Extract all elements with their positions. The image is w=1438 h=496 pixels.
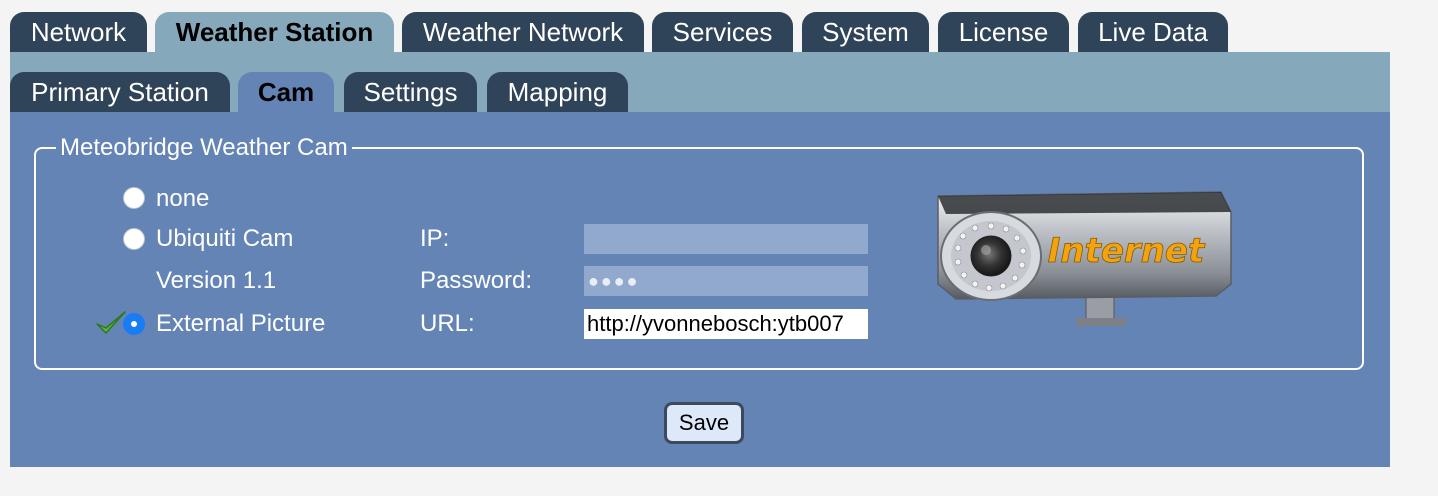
tab-system[interactable]: System bbox=[802, 12, 929, 52]
radio-none[interactable] bbox=[123, 187, 145, 209]
ip-input[interactable] bbox=[584, 224, 868, 254]
ubiquiti-version-label: Version 1.1 bbox=[156, 267, 277, 294]
password-label: Password: bbox=[420, 267, 533, 294]
tab-weather-station[interactable]: Weather Station bbox=[155, 12, 394, 52]
subtab-mapping[interactable]: Mapping bbox=[487, 72, 628, 112]
tab-live-data[interactable]: Live Data bbox=[1078, 12, 1228, 52]
radio-ubiquiti-cam[interactable] bbox=[123, 228, 145, 250]
option-none-label: none bbox=[156, 185, 210, 212]
tab-weather-network[interactable]: Weather Network bbox=[402, 12, 644, 52]
internet-camera-icon: Internet bbox=[937, 191, 1232, 326]
subtab-settings[interactable]: Settings bbox=[344, 72, 477, 112]
password-input[interactable] bbox=[584, 266, 868, 296]
sub-tab-bar: Primary Station Cam Settings Mapping bbox=[10, 52, 1390, 112]
cam-settings-panel: Meteobridge Weather Cam none Ubiquiti Ca… bbox=[10, 112, 1390, 467]
tab-services[interactable]: Services bbox=[652, 12, 793, 52]
subtab-primary-station[interactable]: Primary Station bbox=[10, 72, 230, 112]
fieldset-legend: Meteobridge Weather Cam bbox=[56, 132, 352, 164]
url-input[interactable] bbox=[584, 309, 868, 339]
radio-external-picture[interactable] bbox=[123, 313, 145, 335]
tab-license[interactable]: License bbox=[938, 12, 1069, 52]
camera-label-text: Internet bbox=[1048, 231, 1206, 271]
weather-cam-fieldset: Meteobridge Weather Cam none Ubiquiti Ca… bbox=[34, 132, 1364, 370]
url-label: URL: bbox=[420, 310, 475, 337]
tab-network[interactable]: Network bbox=[10, 12, 147, 52]
subtab-cam[interactable]: Cam bbox=[238, 72, 334, 112]
save-button[interactable]: Save bbox=[664, 402, 744, 444]
option-external-label: External Picture bbox=[156, 310, 326, 337]
ip-label: IP: bbox=[420, 225, 450, 252]
option-ubiquiti-label: Ubiquiti Cam bbox=[156, 225, 294, 252]
